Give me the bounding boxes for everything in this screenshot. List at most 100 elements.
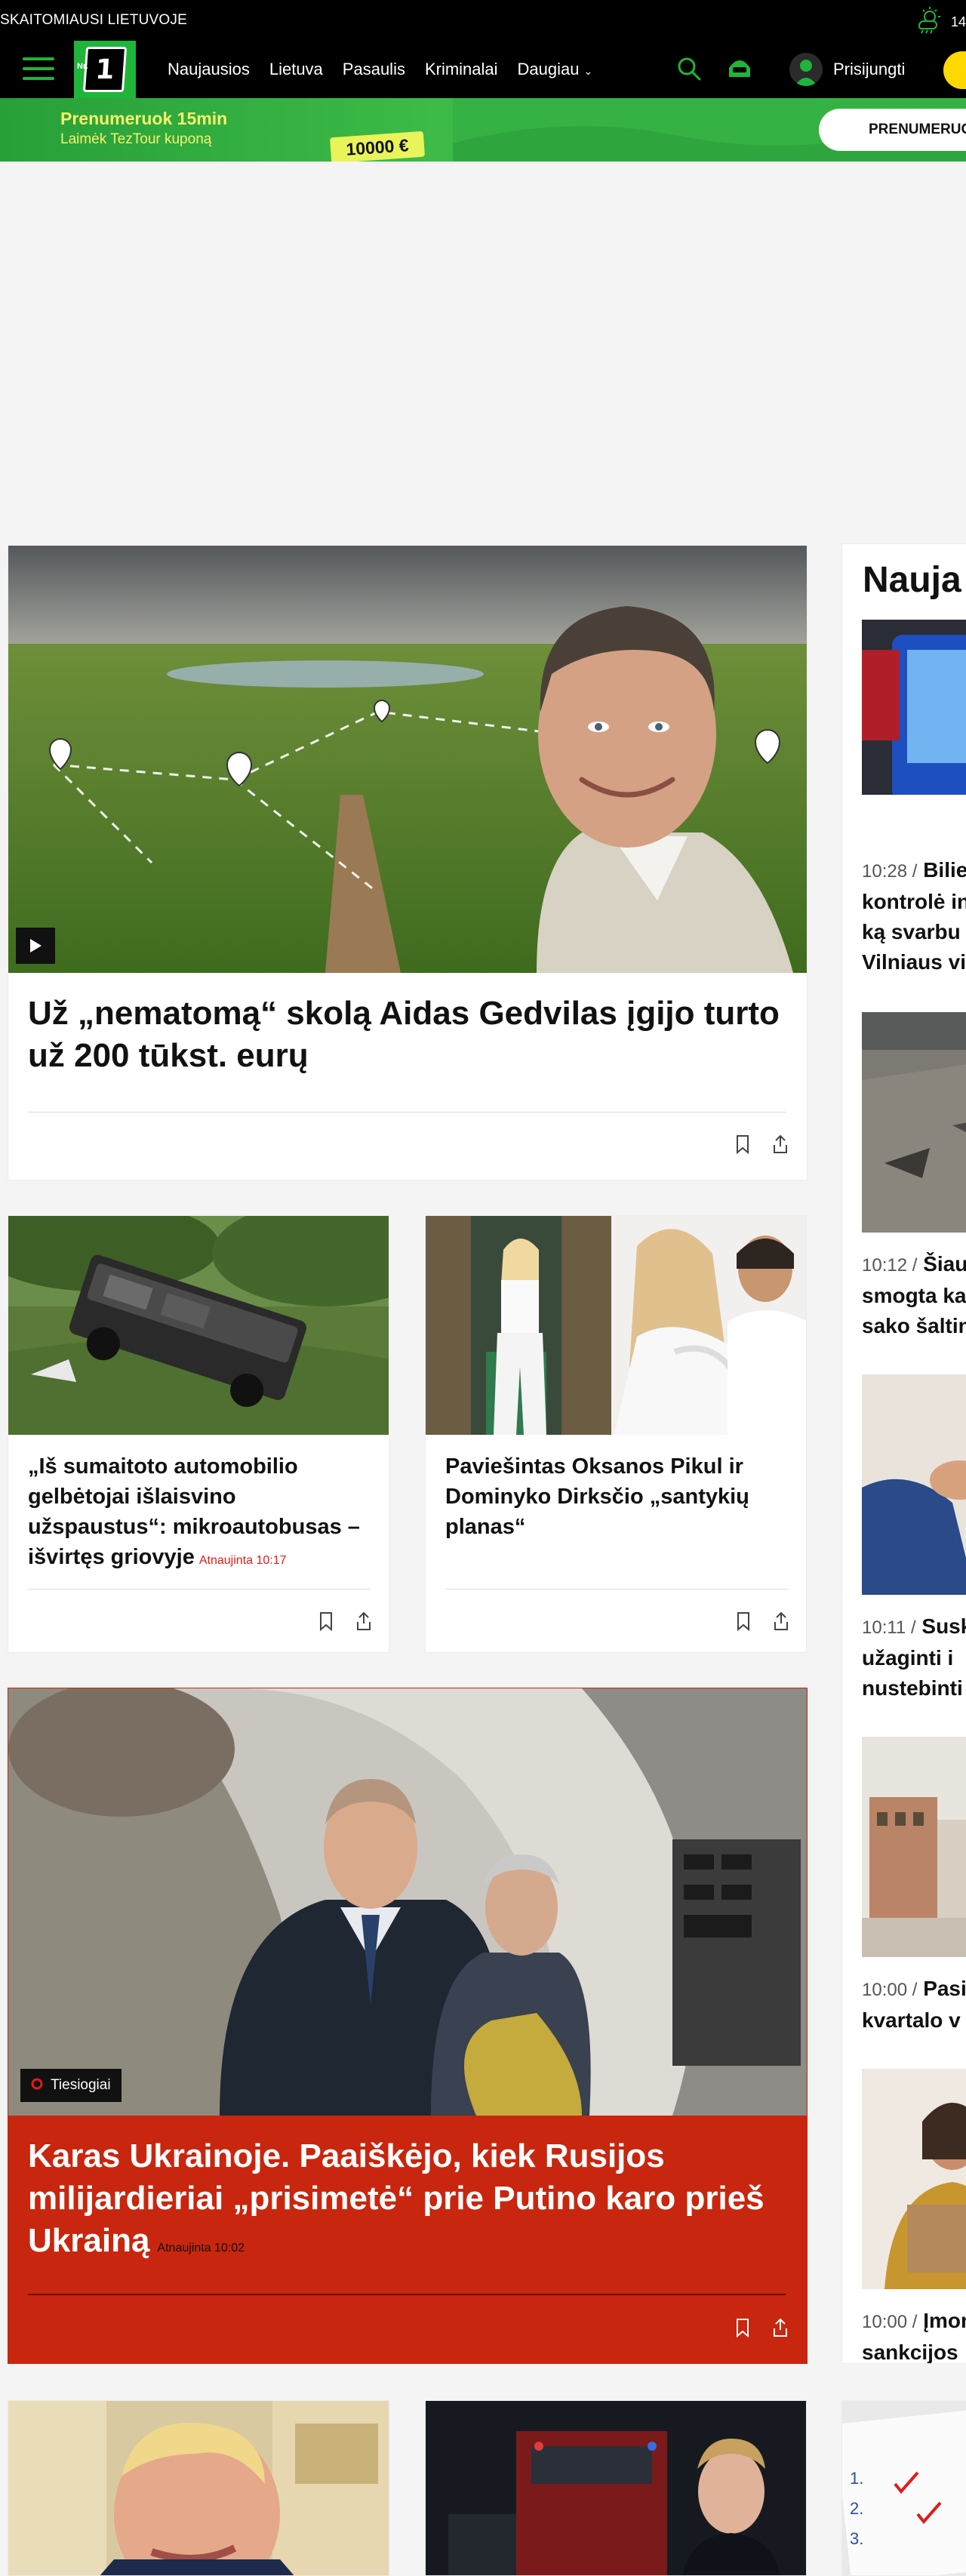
article-image[interactable] (8, 2401, 389, 2576)
sidebar-news-thumb[interactable] (862, 1012, 966, 1233)
live-article-card[interactable]: Tiesiogiai Karas Ukrainoje. Paaiškėjo, k… (8, 1688, 808, 2364)
article-divider (445, 1589, 788, 1590)
logo-number: 1 (94, 54, 115, 85)
article-title[interactable]: „Iš sumaitoto automobilio gelbėtojai išl… (28, 1451, 372, 1576)
live-badge: Tiesiogiai (20, 2069, 122, 2102)
lead-article-title[interactable]: Už „nematomą“ skolą Aidas Gedvilas įgijo… (28, 993, 783, 1077)
sidebar-news-item[interactable]: 10:12 / Šiaur smogta ka sako šaltin (862, 1012, 966, 1344)
sidebar-news-item[interactable]: 10:11 / Susk užaginti i nustebinti (862, 1374, 966, 1707)
ad-placeholder (0, 162, 966, 545)
article-card[interactable]: „Iš sumaitoto automobilio gelbėtojai išl… (8, 1215, 389, 1653)
svg-text:3.: 3. (850, 2529, 863, 2548)
weather-widget[interactable]: 14 (913, 6, 966, 38)
bookmark-icon[interactable] (735, 1611, 752, 1635)
share-icon[interactable] (772, 1134, 789, 1158)
nav-menu: Naujausios Lietuva Pasaulis Kriminalai D… (168, 60, 592, 79)
quiz-image[interactable]: 1. 2. 3. (842, 2401, 966, 2576)
menu-icon[interactable] (23, 57, 54, 82)
sidebar-news-line: sankcijos (862, 2341, 958, 2364)
article-card[interactable]: Paviešintas Oksanos Pikul ir Dominyko Di… (425, 1215, 807, 1653)
nav-item-lietuva[interactable]: Lietuva (269, 60, 323, 79)
promo-subline: Laimėk TezTour kuponą (60, 131, 212, 147)
nav-item-daugiau[interactable]: Daugiau ⌄ (518, 60, 593, 79)
live-divider (28, 2294, 786, 2295)
video-play-button[interactable] (16, 928, 55, 964)
weather-temperature: 14 (950, 14, 966, 29)
sidebar-news-line: kontrolė in (862, 890, 966, 913)
login-button[interactable]: Prisijungti (789, 53, 905, 86)
article-actions (735, 1611, 789, 1635)
site-tagline: SKAITOMIAUSI LIETUVOJE (0, 12, 187, 28)
sidebar-news-item[interactable]: 10:00 / Įmon sankcijos (862, 2069, 966, 2364)
svg-text:2.: 2. (850, 2499, 863, 2518)
top-strip: SKAITOMIAUSI LIETUVOJE 14 (0, 0, 966, 41)
login-label: Prisijungti (833, 60, 906, 78)
live-article-image[interactable]: Tiesiogiai (8, 1688, 807, 2116)
sidebar-news-line: Susk (921, 1614, 966, 1638)
sidebar-news-text: 10:12 / Šiaur smogta ka sako šaltin (862, 1249, 966, 1341)
updated-label: Atnaujinta 10:17 (198, 1554, 287, 1567)
article-title-text: „Iš sumaitoto automobilio gelbėtojai išl… (28, 1454, 360, 1569)
sidebar-news-line: smogta ka (862, 1284, 966, 1307)
live-badge-label: Tiesiogiai (51, 2077, 111, 2093)
live-actions (734, 2318, 789, 2341)
sidebar-news-line: Bilie (923, 858, 966, 882)
article-image[interactable] (8, 1216, 389, 1435)
sidebar-news-line: Šiaur (923, 1252, 966, 1276)
nav-item-naujausios[interactable]: Naujausios (168, 60, 250, 79)
sidebar-news-line: ką svarbu (862, 920, 961, 943)
lead-article-image[interactable] (8, 546, 807, 973)
sidebar-news-thumb[interactable] (862, 1737, 966, 1957)
sidebar-news-text: 10:00 / Įmon sankcijos (862, 2306, 966, 2364)
article-title[interactable]: Paviešintas Oksanos Pikul ir Dominyko Di… (445, 1451, 789, 1542)
logo-prefix: Nr. (77, 62, 88, 71)
nav-icons (676, 56, 755, 85)
sidebar-news-line: užaginti i (862, 1646, 954, 1670)
site-logo[interactable]: 1 Nr. (74, 41, 136, 98)
weather-icon (913, 6, 943, 38)
bookmark-icon[interactable] (734, 2318, 751, 2341)
article-divider (28, 1589, 371, 1590)
sidebar-news-time: 10:00 / (862, 1980, 918, 2000)
main-navigation: 1 Nr. Naujausios Lietuva Pasaulis Krimin… (0, 41, 966, 98)
article-card[interactable] (8, 2400, 389, 2576)
promo-prize: 10000 € (329, 131, 426, 162)
promo-banner[interactable]: Prenumeruok 15min Laimėk TezTour kuponą … (0, 98, 966, 162)
live-dot-icon (31, 2078, 43, 2094)
sidebar-news-thumb[interactable] (862, 2069, 966, 2289)
promo-headline: Prenumeruok 15min (60, 109, 228, 128)
sidebar-news-time: 10:28 / (862, 861, 918, 882)
article-card[interactable] (425, 2400, 807, 2576)
sidebar-news-line: Vilniaus vi (862, 950, 966, 974)
search-icon[interactable] (676, 56, 702, 85)
sidebar-news-text: 10:00 / Pasi kvartalo v (862, 1974, 966, 2036)
sidebar-news-item[interactable]: 10:28 / Bilie kontrolė in ką svarbu Viln… (862, 620, 966, 982)
bookmark-icon[interactable] (734, 1134, 751, 1158)
nav-item-daugiau-label: Daugiau (517, 60, 580, 78)
nav-item-kriminalai[interactable]: Kriminalai (425, 60, 498, 79)
sidebar-heading: Nauja (863, 560, 961, 600)
promo-cta-button[interactable]: PRENUMERUO (819, 109, 966, 151)
share-icon[interactable] (772, 2318, 789, 2341)
nav-item-pasaulis[interactable]: Pasaulis (343, 60, 405, 79)
sidebar-news-item[interactable]: 10:00 / Pasi kvartalo v (862, 1737, 966, 2039)
sidebar-news-time: 10:12 / (862, 1255, 918, 1276)
svg-text:1.: 1. (850, 2469, 863, 2488)
subscribe-button[interactable] (943, 51, 966, 89)
sidebar-news-time: 10:11 / (862, 1617, 916, 1638)
bookmark-icon[interactable] (318, 1611, 334, 1635)
lead-article-card[interactable]: Už „nematomą“ skolą Aidas Gedvilas įgijo… (8, 545, 808, 1180)
live-article-title[interactable]: Karas Ukrainoje. Paaiškėjo, kiek Rusijos… (28, 2135, 783, 2270)
sidebar-news-thumb[interactable] (862, 1374, 966, 1595)
inbox-icon[interactable] (724, 56, 755, 85)
sidebar-card[interactable]: 1. 2. 3. (841, 2400, 966, 2576)
chevron-down-icon: ⌄ (583, 65, 593, 77)
sidebar-news-thumb[interactable] (862, 620, 966, 795)
article-image[interactable] (426, 1216, 806, 1435)
lead-divider (28, 1112, 786, 1113)
article-image[interactable] (426, 2401, 807, 2576)
share-icon[interactable] (773, 1611, 789, 1635)
sidebar-news-time: 10:00 / (862, 2312, 918, 2332)
share-icon[interactable] (355, 1611, 372, 1635)
sidebar-news-line: nustebinti (862, 1676, 963, 1700)
